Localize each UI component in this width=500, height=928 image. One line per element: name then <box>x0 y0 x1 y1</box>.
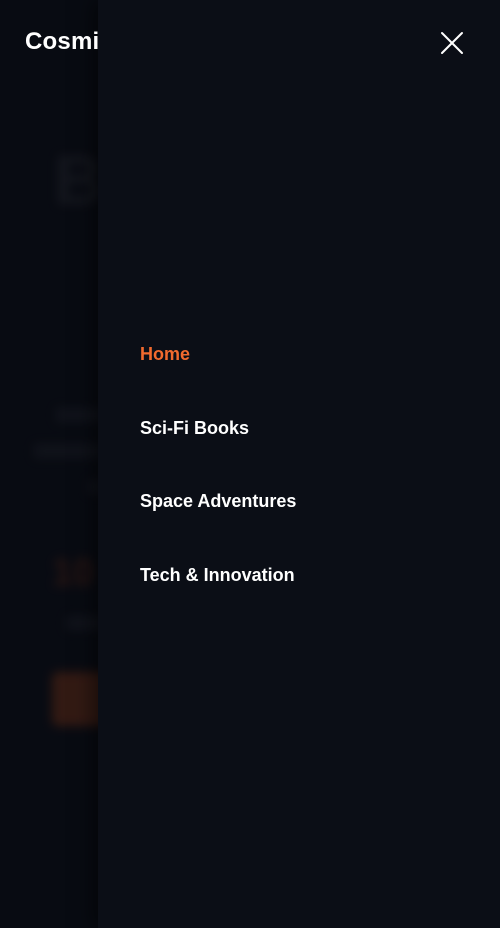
nav-link-sci-fi-books[interactable]: Sci-Fi Books <box>140 408 249 448</box>
nav-item-tech-innovation: Tech & Innovation <box>140 555 296 629</box>
mobile-nav: Home Sci-Fi Books Space Adventures Tech … <box>140 334 296 628</box>
close-icon <box>441 32 463 54</box>
nav-item-space-adventures: Space Adventures <box>140 481 296 555</box>
menu-backdrop[interactable] <box>0 0 98 928</box>
nav-link-tech-innovation[interactable]: Tech & Innovation <box>140 555 295 595</box>
nav-link-space-adventures[interactable]: Space Adventures <box>140 481 296 521</box>
page: B 10 Cosmi Home Sci-Fi Books Space Adven… <box>0 0 500 928</box>
nav-item-sci-fi-books: Sci-Fi Books <box>140 408 296 482</box>
nav-item-home: Home <box>140 334 296 408</box>
brand-logo[interactable]: Cosmi <box>25 28 99 56</box>
nav-link-home[interactable]: Home <box>140 334 190 374</box>
close-menu-button[interactable] <box>436 27 468 59</box>
